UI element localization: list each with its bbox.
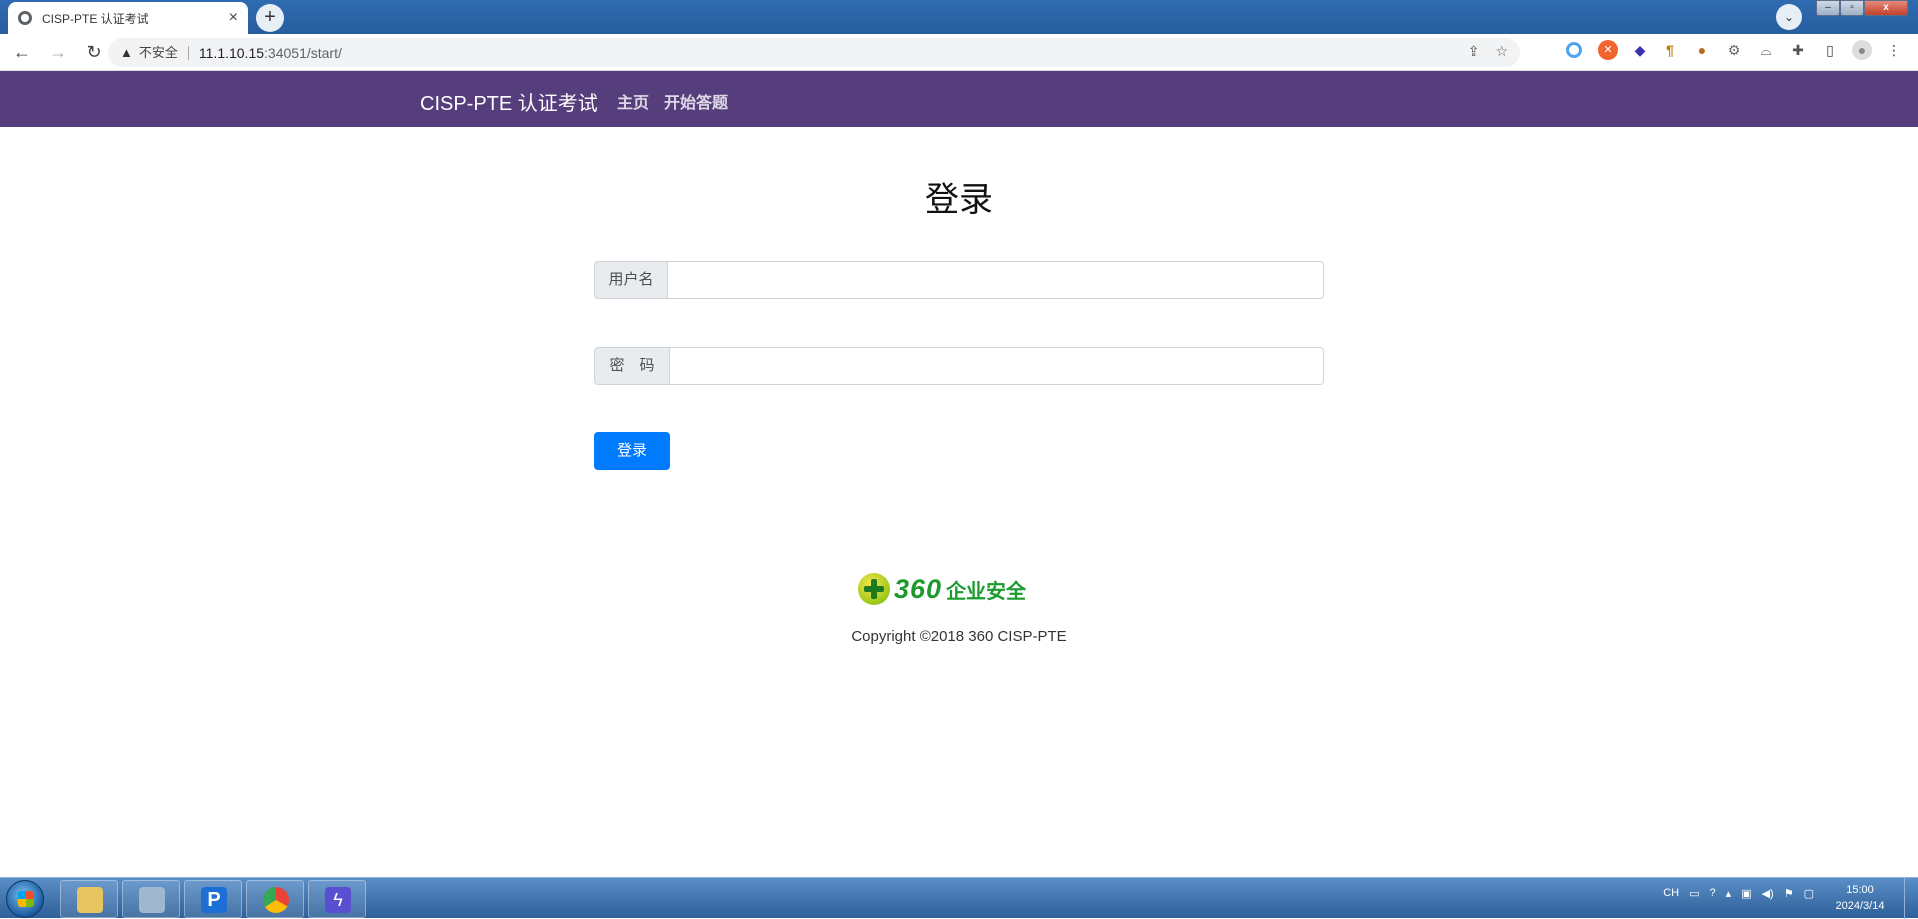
maximize-button[interactable]: ▫ — [1840, 0, 1864, 16]
clock-time: 15:00 — [1846, 884, 1874, 896]
lightning-icon: ϟ — [325, 887, 351, 913]
share-icon[interactable]: ⇪ — [1468, 43, 1480, 60]
chrome-icon — [263, 887, 289, 913]
reload-icon[interactable]: ↻ — [80, 38, 108, 66]
password-label: 密 码 — [594, 347, 670, 385]
page-title: 登录 — [925, 181, 993, 219]
cookie-icon[interactable]: ● — [1692, 40, 1712, 60]
back-arrow-icon[interactable]: ← — [8, 38, 36, 66]
extension-badge-icon[interactable]: ◆ — [1630, 40, 1650, 60]
new-tab-button[interactable]: + — [256, 4, 284, 32]
logo-number: 360 — [894, 573, 943, 604]
taskbar-p-app[interactable]: P — [184, 880, 242, 918]
network-icon[interactable]: ▣ — [1741, 887, 1751, 900]
extension-circle-icon[interactable] — [1566, 42, 1582, 58]
site-navbar: CISP-PTE 认证考试 主页 开始答题 — [0, 71, 1918, 127]
minimize-button[interactable]: – — [1816, 0, 1840, 16]
window-close-button[interactable]: x — [1864, 0, 1908, 16]
keyboard-icon[interactable]: ▭ — [1689, 887, 1699, 900]
taskbar-bolt-app[interactable]: ϟ — [308, 880, 366, 918]
browser-tab[interactable]: CISP-PTE 认证考试 × — [8, 2, 248, 34]
extension-paragraph-icon[interactable]: ¶ — [1660, 40, 1680, 60]
forward-arrow-icon[interactable]: → — [44, 38, 72, 66]
extension-x-icon[interactable]: ✕ — [1598, 40, 1618, 60]
tab-close-icon[interactable]: × — [229, 9, 238, 27]
bookmark-star-icon[interactable]: ☆ — [1495, 43, 1508, 60]
username-group: 用户名 — [594, 261, 1324, 299]
folder-icon — [77, 887, 103, 913]
tray-arrow-icon[interactable]: ▴ — [1726, 887, 1732, 900]
side-panel-icon[interactable]: ▯ — [1820, 40, 1840, 60]
taskbar-chrome[interactable] — [246, 880, 304, 918]
menu-kebab-icon[interactable]: ⋮ — [1884, 40, 1904, 60]
clock-date: 2024/3/14 — [1835, 900, 1885, 912]
tab-title: CISP-PTE 认证考试 — [42, 11, 149, 26]
globe-icon — [18, 11, 32, 25]
address-bar[interactable]: ▲ 不安全 11.1.10.15:34051/start/ ⇪ ☆ — [108, 38, 1520, 67]
taskbar-notebook-app[interactable] — [122, 880, 180, 918]
notebook-icon — [139, 887, 165, 913]
site-brand[interactable]: CISP-PTE 认证考试 — [420, 87, 598, 116]
input-language[interactable]: CH — [1663, 887, 1679, 900]
security-status[interactable]: 不安全 — [139, 45, 189, 60]
nav-link-home[interactable]: 主页 — [617, 89, 649, 113]
profile-avatar-icon[interactable]: ● — [1852, 40, 1872, 60]
360-plus-icon — [858, 573, 890, 605]
taskbar-clock[interactable]: 15:00 2024/3/14 — [1822, 882, 1898, 914]
start-button[interactable] — [6, 880, 44, 918]
url-path: :34051/start/ — [264, 44, 342, 61]
url-host: 11.1.10.15 — [198, 44, 265, 61]
volume-icon[interactable]: ◀) — [1762, 887, 1774, 900]
help-icon[interactable]: ? — [1710, 887, 1716, 900]
logo-text: 企业安全 — [946, 580, 1027, 603]
action-center-icon[interactable]: ▢ — [1804, 887, 1814, 900]
puzzle-icon[interactable]: ✚ — [1788, 40, 1808, 60]
360-logo: 360 企业安全 — [858, 571, 1026, 607]
copyright-text: Copyright ©2018 360 CISP-PTE — [851, 628, 1067, 645]
system-tray: CH ▭ ? ▴ ▣ ◀) ⚑ ▢ — [1663, 887, 1814, 900]
password-group: 密 码 — [594, 347, 1324, 385]
username-label: 用户名 — [594, 261, 668, 299]
login-button[interactable]: 登录 — [594, 432, 670, 470]
p-app-icon: P — [201, 887, 227, 913]
flag-icon[interactable]: ⚑ — [1784, 887, 1794, 900]
password-input[interactable] — [670, 347, 1324, 385]
warning-triangle-icon: ▲ — [120, 45, 133, 60]
browser-tab-strip: CISP-PTE 认证考试 × + ⌄ – ▫ x — [0, 0, 1918, 34]
extension-gear-icon[interactable]: ⚙ — [1724, 40, 1744, 60]
windows-taskbar: P ϟ CH ▭ ? ▴ ▣ ◀) ⚑ ▢ 15:00 2024/3/14 — [0, 877, 1918, 919]
show-desktop-button[interactable] — [1904, 878, 1918, 919]
taskbar-file-explorer[interactable] — [60, 880, 118, 918]
username-input[interactable] — [668, 261, 1324, 299]
nav-link-start-quiz[interactable]: 开始答题 — [664, 89, 728, 113]
tab-search-chevron-icon[interactable]: ⌄ — [1776, 4, 1802, 30]
extension-hat-icon[interactable]: ⌓ — [1756, 40, 1776, 60]
